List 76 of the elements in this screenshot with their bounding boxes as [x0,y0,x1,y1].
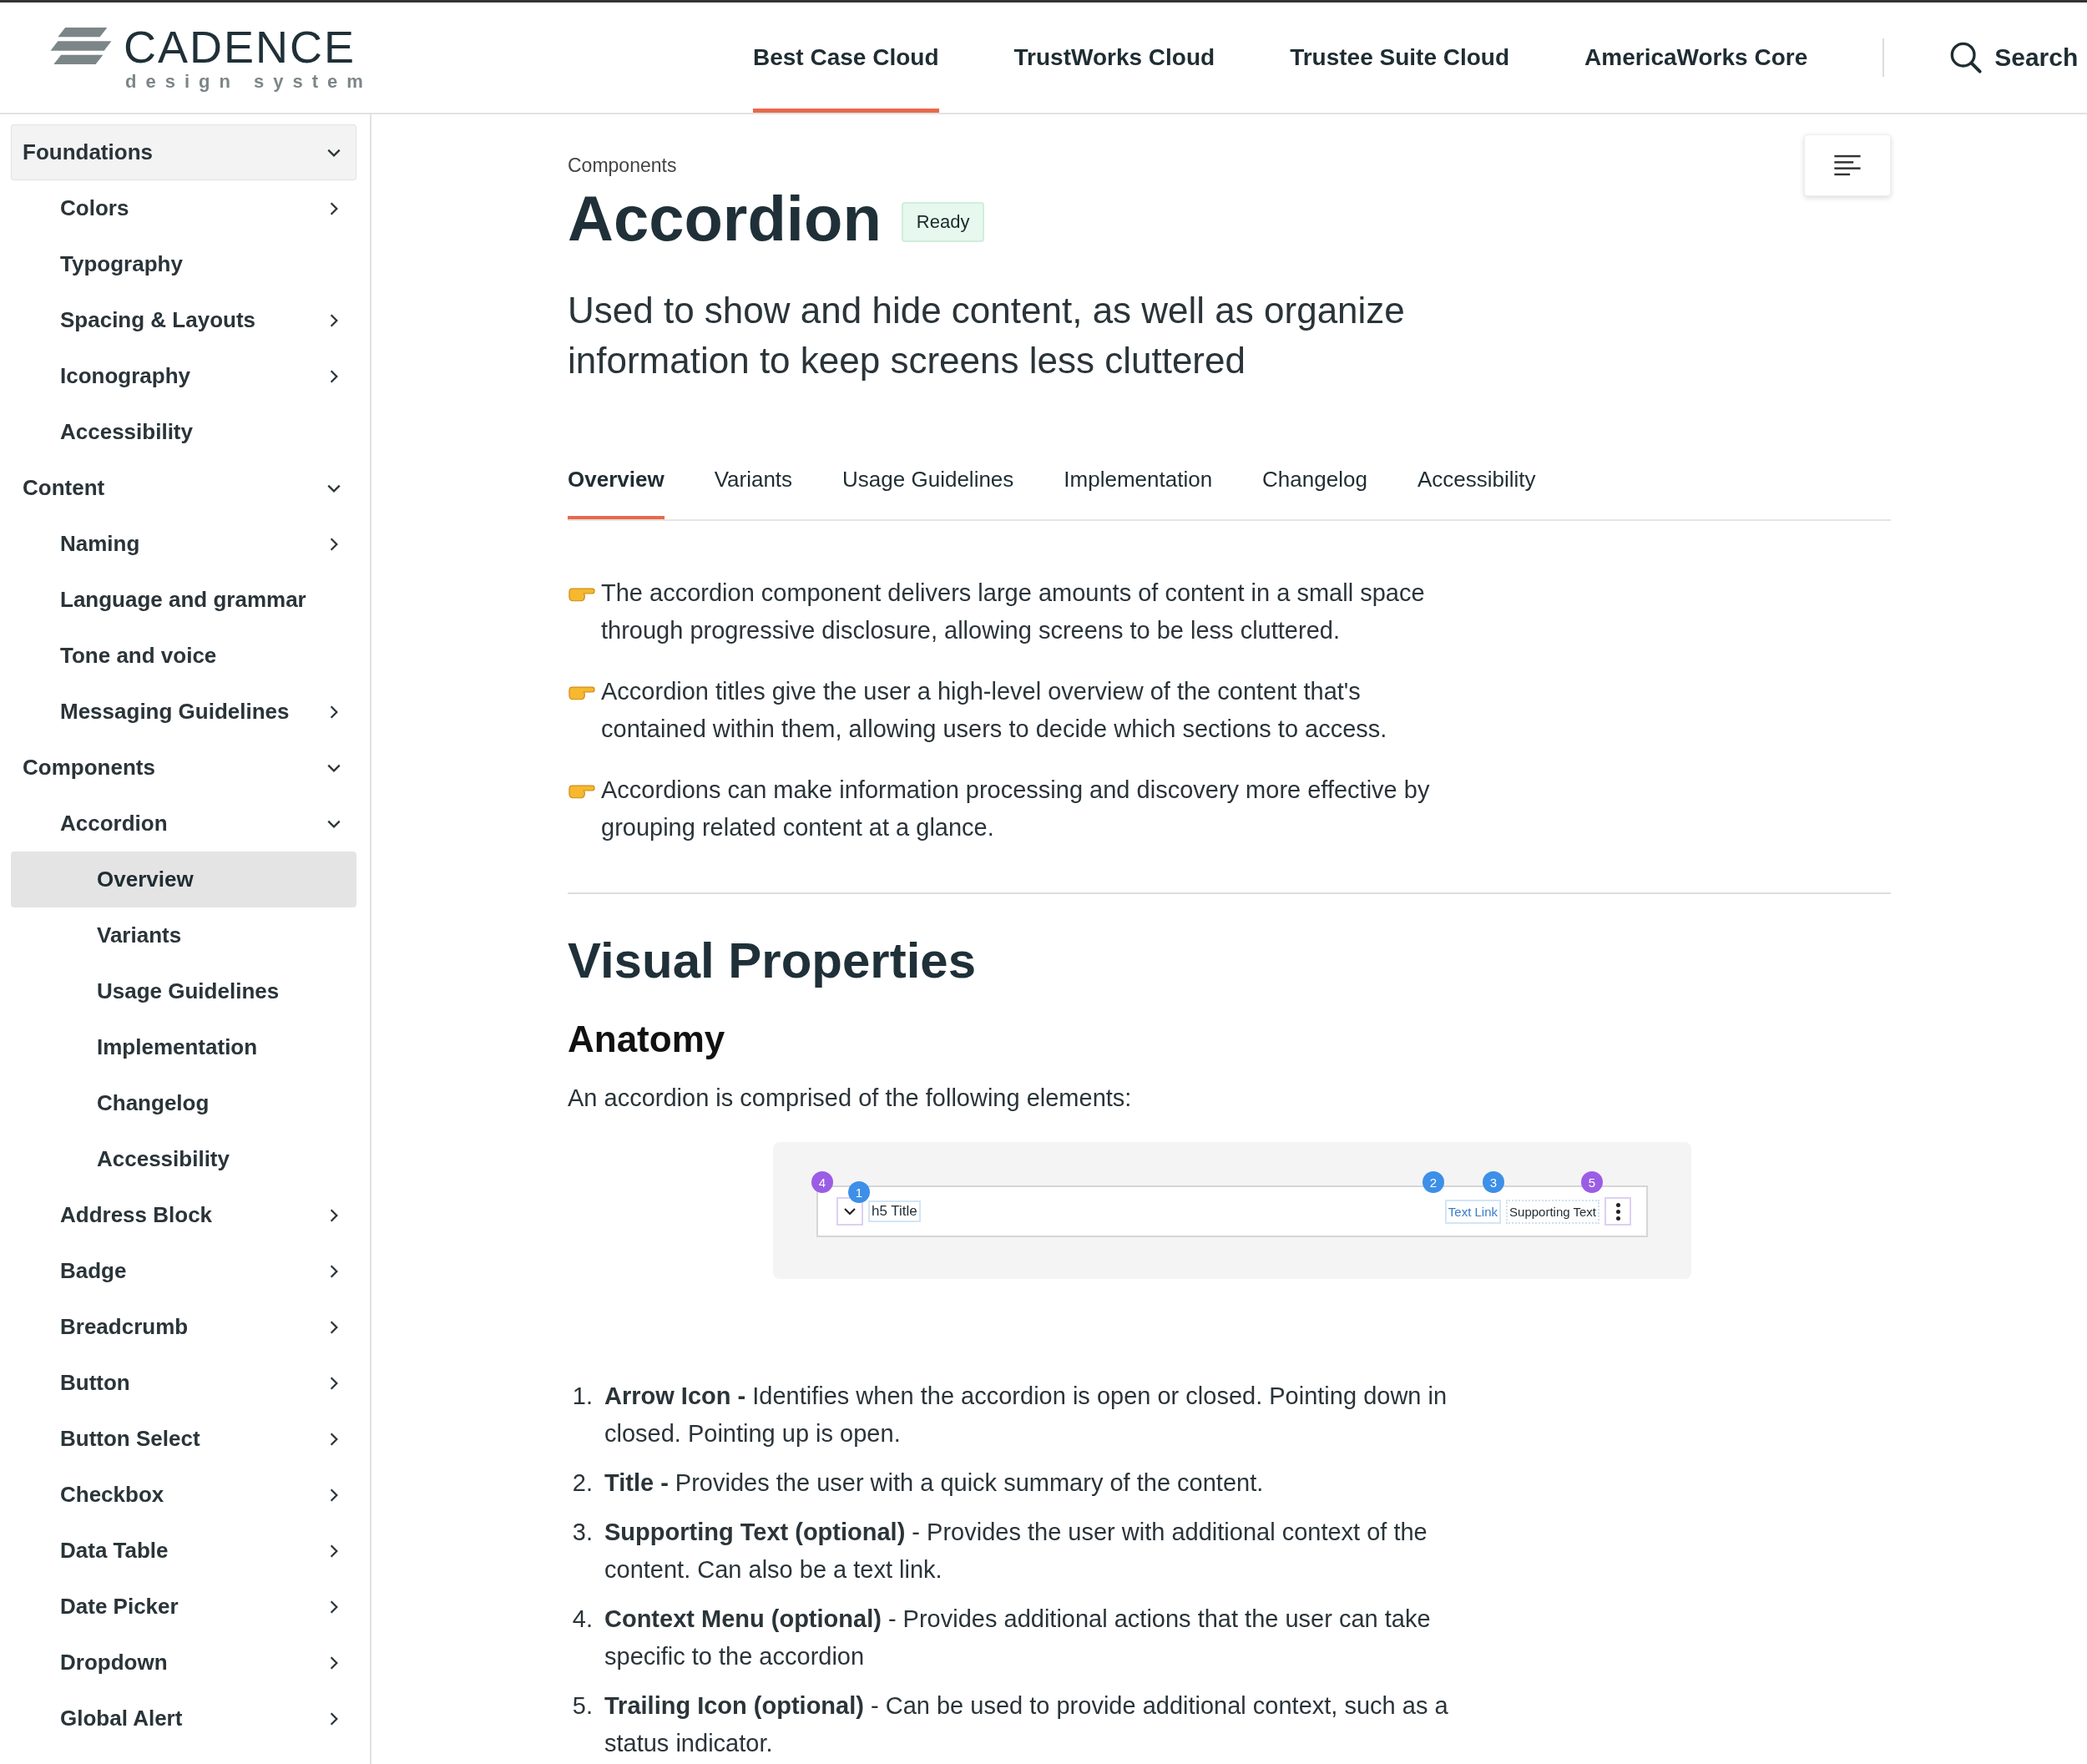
list-item-text: Supporting Text (optional) - Provides the user with additional context of the content. Can also be a text link. [604,1518,1428,1585]
logo-wordmark: CADENCE [124,23,357,71]
sidebar-item[interactable]: Accessibility [11,404,356,460]
list-number: 5. [571,1691,593,1721]
accordion-title: h5 Title [868,1200,921,1222]
intro-paragraph: Accordions can make information processing and discovery more effective by grouping related content at a glance. [601,776,1431,842]
sidebar-item[interactable]: Address Block [11,1187,356,1243]
sidebar-item[interactable]: Variants [11,907,356,963]
nav-tab[interactable]: AmericaWorks Core [1584,3,1808,113]
list-number: 1. [571,1382,593,1411]
search-icon [1949,41,1983,74]
sidebar-item[interactable]: Badge [11,1243,356,1299]
anatomy-intro: An accordion is comprised of the following elements: [568,1084,1133,1112]
page-tab[interactable]: Variants [714,457,793,519]
nav-tab[interactable]: Best Case Cloud [753,3,939,113]
list-number: 2. [571,1468,593,1498]
number-marker: 3 [1483,1171,1504,1193]
section-heading: Visual Properties [568,932,978,990]
sidebar-item[interactable]: Usage Guidelines [11,963,356,1019]
sidebar-item[interactable]: Dropdown [11,1635,356,1691]
table-of-contents-button[interactable] [1804,134,1891,196]
intro-paragraph: The accordion component delivers large amounts of content in a small space through progressive disclosure, allowing screens to be less cluttered. [601,579,1426,645]
sidebar-item[interactable]: Global Alert [11,1691,356,1746]
nav-tab[interactable]: TrustWorks Cloud [1013,3,1215,113]
number-marker: 5 [1581,1171,1603,1193]
number-marker: 1 [848,1181,870,1203]
page-description: Used to show and hide content, as well as organize information to keep screens less cluttered [568,289,1406,382]
page-tab[interactable]: Accessibility [1417,457,1536,519]
page-tab[interactable]: Implementation [1064,457,1213,519]
page-tab[interactable]: Overview [568,457,665,519]
sidebar-item[interactable]: Checkbox [11,1467,356,1523]
list-item-text: Title - Provides the user with a quick summary of the content. [604,1468,1265,1498]
list-number: 4. [571,1605,593,1634]
logo-mark-icon [50,28,112,64]
list-item-text: Arrow Icon - Identifies when the accordion is open or closed. Pointing down in closed. Pointing up is open. [604,1382,1448,1448]
sidebar-item[interactable]: Iconography [11,348,356,404]
list-item-text: Trailing Icon (optional) - Can be used to provide additional context, such as a status indicator. [604,1691,1449,1758]
sidebar-item[interactable]: Button [11,1355,356,1411]
sidebar-item[interactable]: Components [11,740,356,796]
sidebar-item[interactable]: Breadcrumb [11,1299,356,1355]
list-number: 3. [571,1518,593,1547]
nav-tab[interactable]: Trustee Suite Cloud [1290,3,1510,113]
page-tab[interactable]: Changelog [1262,457,1367,519]
number-marker: 4 [811,1171,833,1193]
sidebar-item[interactable]: Data Table [11,1523,356,1579]
sidebar-item[interactable]: Overview [11,852,356,907]
sidebar-item[interactable]: Language and grammar [11,572,356,628]
sidebar-item[interactable]: Messaging Guidelines [11,684,356,740]
sidebar-item[interactable]: Implementation [11,1019,356,1075]
sidebar-item[interactable]: Naming [11,516,356,572]
text-link[interactable]: Text Link [1444,1199,1502,1224]
status-badge: Ready [901,202,985,242]
sidebar-item[interactable]: Changelog [11,1075,356,1131]
list-item-text: Context Menu (optional) - Provides additional actions that the user can take specific to the accordion [604,1605,1432,1671]
search-button[interactable]: Search [1949,41,2079,74]
sidebar-item[interactable]: Accordion [11,796,356,852]
sidebar-item[interactable]: Spacing & Layouts [11,292,356,348]
sidebar-item[interactable]: Colors [11,180,356,236]
sidebar-item[interactable]: Foundations [11,124,356,180]
sidebar-item[interactable]: Tone and voice [11,628,356,684]
sidebar-item[interactable]: Content [11,460,356,516]
sidebar-item[interactable]: Button Select [11,1411,356,1467]
kebab-menu-icon [1604,1197,1631,1226]
number-marker: 2 [1422,1171,1444,1193]
page-tab[interactable]: Usage Guidelines [842,457,1014,519]
sidebar-item[interactable]: Accessibility [11,1131,356,1187]
page-title: Accordion [568,182,882,255]
intro-paragraph: Accordion titles give the user a high-level overview of the content that's contained within them, allowing users to decide which sections to access. [601,677,1388,744]
breadcrumb[interactable]: Components [568,154,1444,177]
logo-tagline: design system [125,71,372,93]
supporting-text: Supporting Text [1506,1199,1599,1224]
sidebar-item[interactable]: Date Picker [11,1579,356,1635]
subsection-heading: Anatomy [568,1018,726,1061]
menu-lines-icon [1833,154,1862,176]
sidebar-item[interactable]: Typography [11,236,356,292]
chevron-down-icon [843,1205,857,1217]
